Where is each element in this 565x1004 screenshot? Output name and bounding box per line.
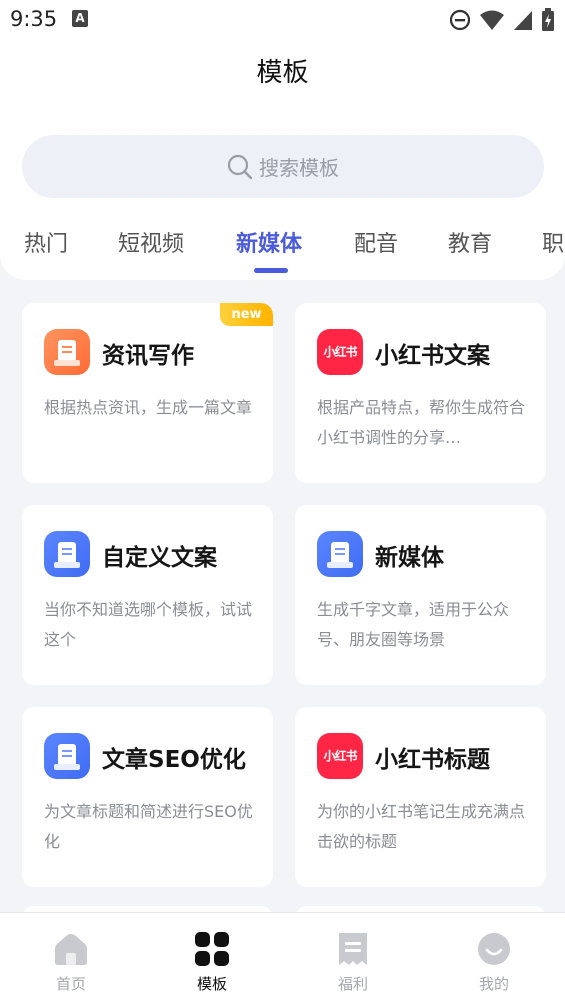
template-card-xiaohongshu-title[interactable]: 小红书 小红书标题 为你的小红书笔记生成充满点击欲的标题 <box>295 707 546 887</box>
template-card-xiaohongshu-copy[interactable]: 小红书 小红书文案 根据产品特点，帮你生成符合小红书调性的分享… <box>295 303 546 483</box>
search-icon <box>227 154 253 179</box>
tab-new-media[interactable]: 新媒体 <box>236 226 302 258</box>
status-time: 9:35 <box>10 7 58 31</box>
card-title: 小红书文案 <box>375 343 490 369</box>
search-input[interactable]: 搜索模板 <box>22 135 544 198</box>
document-icon <box>317 531 363 577</box>
template-card-new-media[interactable]: 新媒体 生成千字文章，适用于公众号、朋友圈等场景 <box>295 505 546 685</box>
battery-charging-icon <box>542 8 554 31</box>
tab-hot[interactable]: 热门 <box>24 226 68 258</box>
nav-benefits[interactable]: 福利 <box>303 931 403 994</box>
card-description: 根据热点资讯，生成一篇文章 <box>44 398 253 417</box>
card-description: 为文章标题和简述进行SEO优化 <box>44 802 253 851</box>
nav-profile-label: 我的 <box>478 975 509 993</box>
grid-icon <box>194 931 230 967</box>
card-title: 小红书标题 <box>375 747 490 773</box>
nav-templates-label: 模板 <box>196 975 227 993</box>
receipt-icon <box>335 931 371 967</box>
active-tab-indicator <box>254 268 288 273</box>
card-title: 自定义文案 <box>102 545 217 571</box>
xiaohongshu-logo-icon: 小红书 <box>317 329 363 375</box>
profile-icon <box>476 931 512 967</box>
card-description: 为你的小红书笔记生成充满点击欲的标题 <box>317 802 526 851</box>
new-badge: new <box>220 303 273 326</box>
search-placeholder: 搜索模板 <box>259 156 339 180</box>
template-card-custom-copy[interactable]: 自定义文案 当你不知道选哪个模板，试试这个 <box>22 505 273 685</box>
home-icon <box>53 931 89 967</box>
nav-home-label: 首页 <box>55 975 86 993</box>
template-card-news-writing[interactable]: 资讯写作 根据热点资讯，生成一篇文章 new <box>22 303 273 483</box>
do-not-disturb-icon <box>449 9 471 31</box>
card-description: 根据产品特点，帮你生成符合小红书调性的分享… <box>317 398 526 447</box>
card-description: 当你不知道选哪个模板，试试这个 <box>44 600 253 649</box>
tab-career[interactable]: 职 <box>542 226 564 258</box>
nav-home[interactable]: 首页 <box>21 931 121 994</box>
xiaohongshu-logo-icon: 小红书 <box>317 733 363 779</box>
tab-short-video[interactable]: 短视频 <box>118 226 184 258</box>
card-title: 文章SEO优化 <box>102 747 246 773</box>
card-description: 生成千字文章，适用于公众号、朋友圈等场景 <box>317 600 510 649</box>
tab-education[interactable]: 教育 <box>448 226 492 258</box>
nav-benefits-label: 福利 <box>337 975 368 993</box>
document-icon <box>44 329 90 375</box>
status-bar: 9:35 A <box>0 0 565 38</box>
card-title: 新媒体 <box>375 545 444 571</box>
tab-dubbing[interactable]: 配音 <box>354 226 398 258</box>
nav-templates[interactable]: 模板 <box>162 931 262 994</box>
nav-profile[interactable]: 我的 <box>444 931 544 994</box>
wifi-icon <box>480 10 504 30</box>
document-icon <box>44 531 90 577</box>
page-title: 模板 <box>256 58 309 88</box>
status-icons <box>449 8 555 32</box>
template-card-seo[interactable]: 文章SEO优化 为文章标题和简述进行SEO优化 <box>22 707 273 887</box>
document-icon <box>44 733 90 779</box>
notification-icon: A <box>72 10 88 27</box>
card-title: 资讯写作 <box>102 343 194 369</box>
cellular-signal-icon <box>514 11 532 30</box>
bottom-navigation: 首页 模板 福利 我的 <box>0 912 565 1004</box>
